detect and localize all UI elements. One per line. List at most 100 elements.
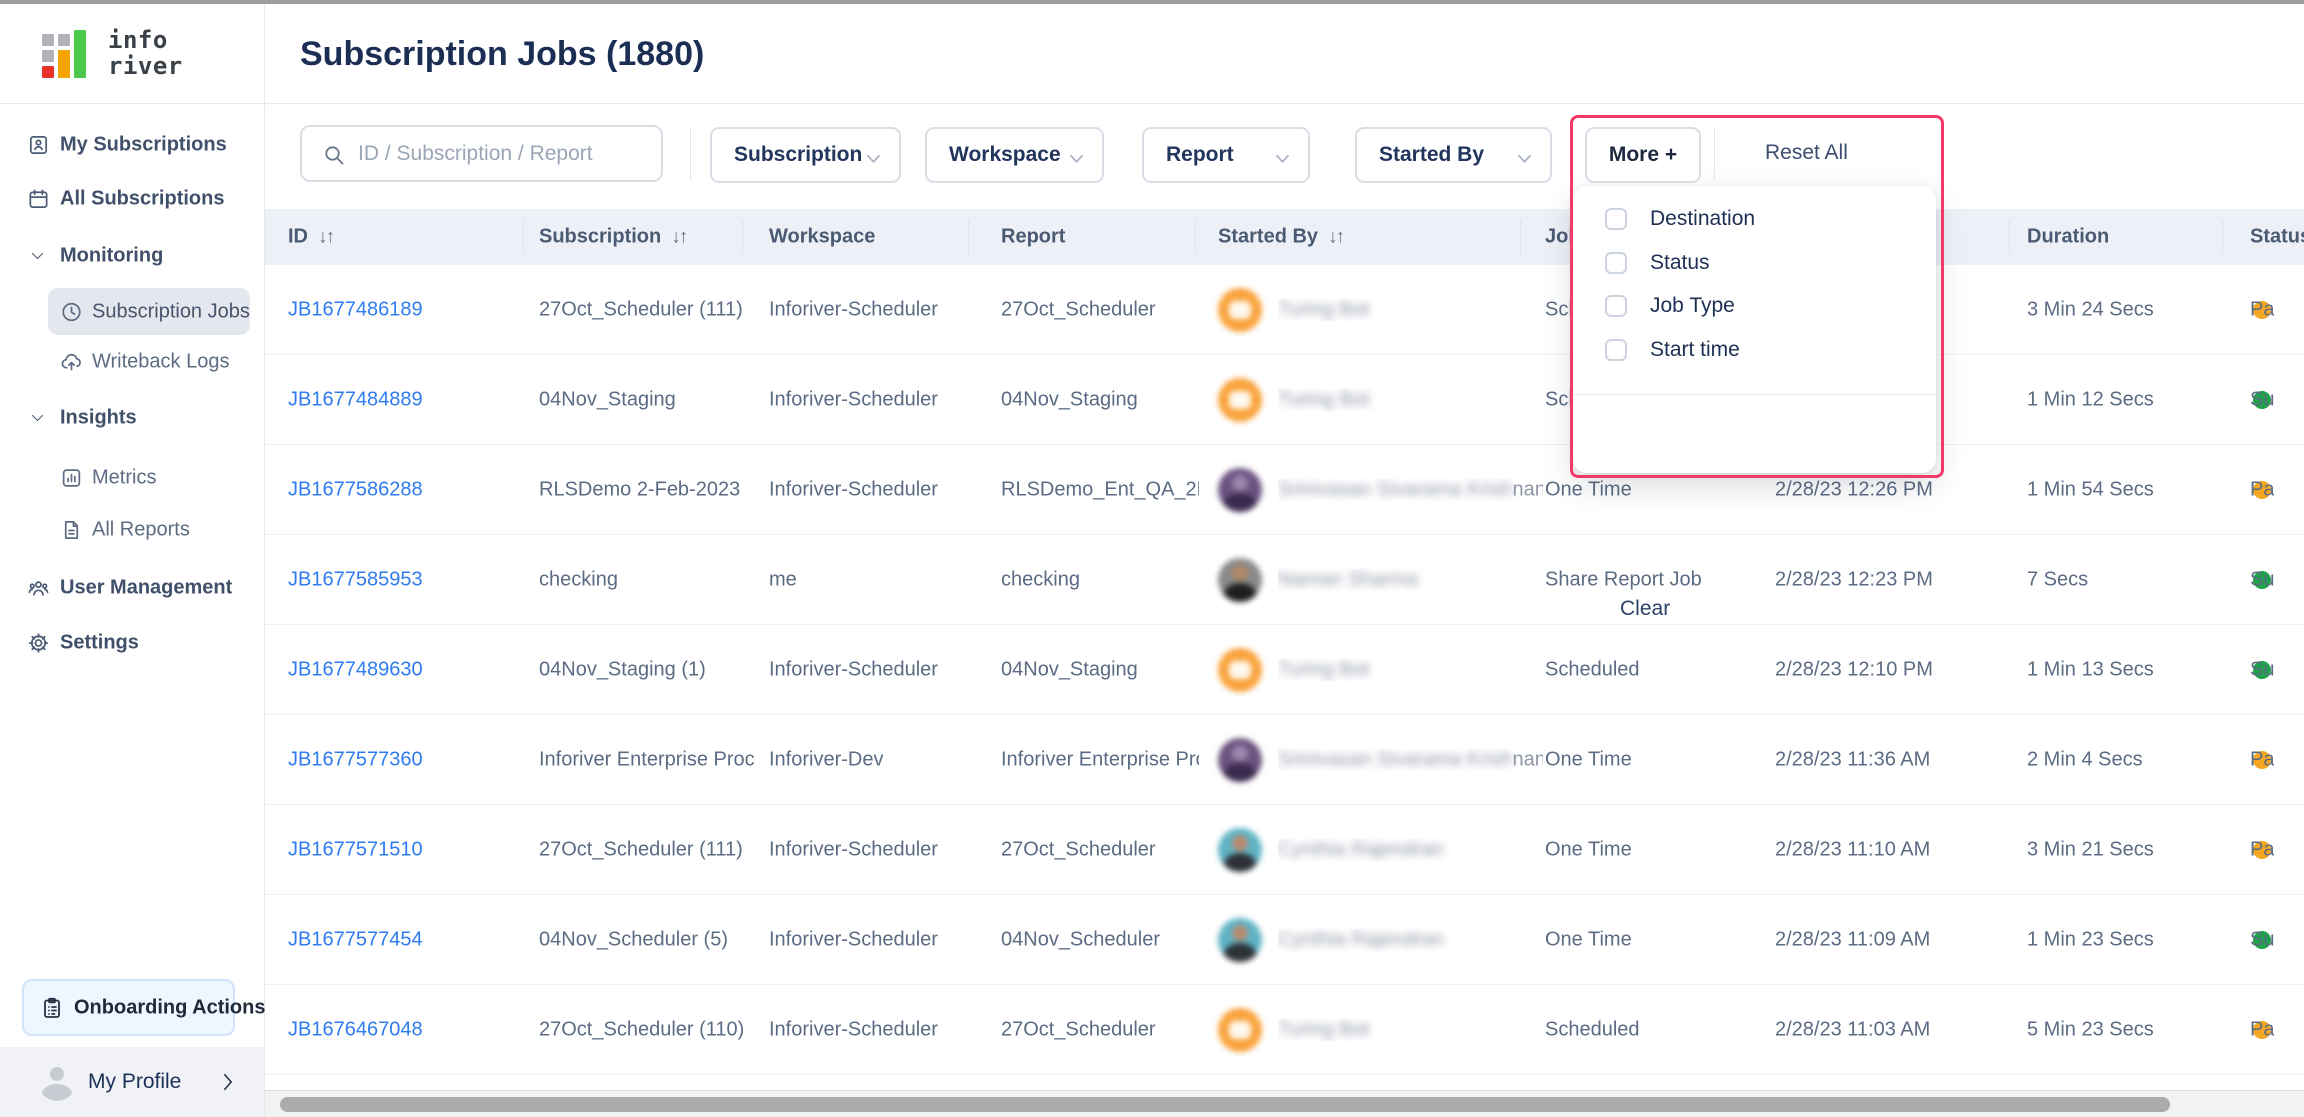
cell-id[interactable]: JB1677585953	[288, 568, 423, 591]
cell-start_time: 2/28/23 12:23 PM	[1775, 568, 2010, 591]
sidebar: inforiver My SubscriptionsAll Subscripti…	[0, 0, 265, 1117]
cell-start_time: 2/28/23 11:36 AM	[1775, 748, 2010, 771]
checkbox[interactable]	[1605, 252, 1627, 274]
cell-subscription: checking	[539, 568, 767, 591]
chevron-down-icon	[30, 249, 45, 264]
sort-arrows-icon[interactable]: ↓↑	[318, 227, 333, 248]
cell-id[interactable]: JB1677577454	[288, 928, 423, 951]
sidebar-item-all-subscriptions[interactable]: All Subscriptions	[0, 177, 265, 221]
cell-duration: 1 Min 23 Secs	[2027, 928, 2237, 951]
calendar-icon	[27, 188, 50, 211]
filter-dropdown-subscription[interactable]: Subscription	[710, 127, 901, 183]
column-header-subscription[interactable]: Subscription↓↑	[539, 226, 686, 249]
cell-start_time: 2/28/23 11:09 AM	[1775, 928, 2010, 951]
cell-started_by: Cynthia Rajendran	[1278, 928, 1543, 951]
table-row: JB1677586288RLSDemo 2-Feb-2023Inforiver-…	[265, 445, 2304, 535]
filter-dropdown-started-by[interactable]: Started By	[1355, 127, 1552, 183]
column-header-workspace: Workspace	[769, 226, 875, 249]
cell-id[interactable]: JB1677486189	[288, 298, 423, 321]
table-row: JB1677585953checkingmechecking Naman Sha…	[265, 535, 2304, 625]
cell-id[interactable]: JB1677484889	[288, 388, 423, 411]
users-icon	[27, 577, 50, 600]
metrics-icon	[60, 467, 83, 490]
sort-arrows-icon[interactable]: ↓↑	[1328, 227, 1343, 248]
cell-id[interactable]: JB1677586288	[288, 478, 423, 501]
cell-started_by: Naman Sharma	[1278, 568, 1543, 591]
table-header-row: ID↓↑Subscription↓↑WorkspaceReportStarted…	[265, 209, 2304, 265]
cell-id[interactable]: JB1677489630	[288, 658, 423, 681]
more-menu-option-label: Status	[1650, 251, 1710, 275]
sidebar-item-label: Insights	[60, 407, 137, 430]
clock-icon	[60, 300, 83, 323]
clear-button[interactable]: Clear	[1620, 597, 1670, 621]
cell-id[interactable]: JB1677571510	[288, 838, 423, 861]
user-avatar	[1218, 558, 1262, 602]
user-avatar	[1218, 738, 1262, 782]
clipboard-icon	[40, 996, 64, 1020]
user-avatar	[1218, 1008, 1262, 1052]
sidebar-item-label: All Reports	[92, 519, 190, 542]
search-input[interactable]	[358, 129, 648, 178]
onboarding-actions-button[interactable]: Onboarding Actions	[22, 979, 235, 1036]
more-menu-option-job-type[interactable]: Job Type	[1573, 284, 1936, 328]
cell-id[interactable]: JB1677577360	[288, 748, 423, 771]
column-header-status: Status	[2250, 226, 2304, 249]
user-avatar	[1218, 378, 1262, 422]
more-menu-option-start-time[interactable]: Start time	[1573, 328, 1936, 372]
filter-dropdown-label: Started By	[1379, 143, 1484, 167]
sidebar-item-insights[interactable]: Insights	[0, 396, 265, 440]
cell-subscription: 27Oct_Scheduler (111)	[539, 298, 767, 321]
filter-dropdown-report[interactable]: Report	[1142, 127, 1310, 183]
sidebar-item-subscription-jobs[interactable]: Subscription Jobs	[0, 288, 265, 335]
cell-duration: 2 Min 4 Secs	[2027, 748, 2237, 771]
sidebar-item-label: Subscription Jobs	[92, 300, 250, 323]
sidebar-item-all-reports[interactable]: All Reports	[0, 508, 265, 552]
more-filters-button[interactable]: More +	[1585, 127, 1701, 183]
cell-job_type: One Time	[1545, 838, 1760, 861]
cell-report: checking	[1001, 568, 1199, 591]
column-header-started_by[interactable]: Started By↓↑	[1218, 226, 1343, 249]
checkbox[interactable]	[1605, 208, 1627, 230]
sidebar-item-writeback-logs[interactable]: Writeback Logs	[0, 340, 265, 384]
my-profile-bar[interactable]: My Profile	[0, 1047, 264, 1117]
horizontal-scrollbar[interactable]	[265, 1090, 2304, 1117]
sidebar-item-user-management[interactable]: User Management	[0, 566, 265, 610]
more-filters-label: More +	[1587, 143, 1699, 167]
more-menu-option-status[interactable]: Status	[1573, 241, 1936, 285]
more-menu-option-label: Start time	[1650, 338, 1740, 362]
horizontal-scrollbar-thumb[interactable]	[280, 1097, 2170, 1112]
cell-id[interactable]: JB1676467048	[288, 1018, 423, 1041]
sidebar-item-metrics[interactable]: Metrics	[0, 456, 265, 500]
sidebar-item-settings[interactable]: Settings	[0, 621, 265, 665]
cell-subscription: 04Nov_Scheduler (5)	[539, 928, 767, 951]
more-menu-option-label: Job Type	[1650, 294, 1735, 318]
sort-arrows-icon[interactable]: ↓↑	[671, 227, 686, 248]
table-row: JB167646704827Oct_Scheduler (110)Inforiv…	[265, 985, 2304, 1075]
sidebar-item-monitoring[interactable]: Monitoring	[0, 234, 265, 278]
checkbox[interactable]	[1605, 295, 1627, 317]
sidebar-item-my-subscriptions[interactable]: My Subscriptions	[0, 123, 265, 167]
cell-duration: 3 Min 21 Secs	[2027, 838, 2237, 861]
cell-duration: 3 Min 24 Secs	[2027, 298, 2237, 321]
cell-subscription: 04Nov_Staging	[539, 388, 767, 411]
cloud-upload-icon	[60, 351, 83, 374]
reset-all-button[interactable]: Reset All	[1765, 141, 1848, 165]
user-avatar	[1218, 828, 1262, 872]
cell-started_by: Turing Bot	[1278, 658, 1543, 681]
onboarding-actions-label: Onboarding Actions	[74, 996, 265, 1019]
user-avatar	[1218, 648, 1262, 692]
checkbox[interactable]	[1605, 339, 1627, 361]
cell-report: 27Oct_Scheduler	[1001, 298, 1199, 321]
filter-dropdown-workspace[interactable]: Workspace	[925, 127, 1104, 183]
cell-duration: 5 Min 23 Secs	[2027, 1018, 2237, 1041]
more-menu-option-destination[interactable]: Destination	[1573, 197, 1936, 241]
more-menu-option-label: Destination	[1650, 207, 1755, 231]
sidebar-item-label: Monitoring	[60, 245, 163, 268]
cell-start_time: 2/28/23 11:03 AM	[1775, 1018, 2010, 1041]
column-separator	[1520, 220, 1521, 254]
cell-workspace: Inforiver-Scheduler	[769, 928, 991, 951]
cell-job_type: Scheduled	[1545, 658, 1760, 681]
cell-subscription: 27Oct_Scheduler (111)	[539, 838, 767, 861]
column-header-id[interactable]: ID↓↑	[288, 226, 333, 249]
column-separator	[523, 220, 524, 254]
